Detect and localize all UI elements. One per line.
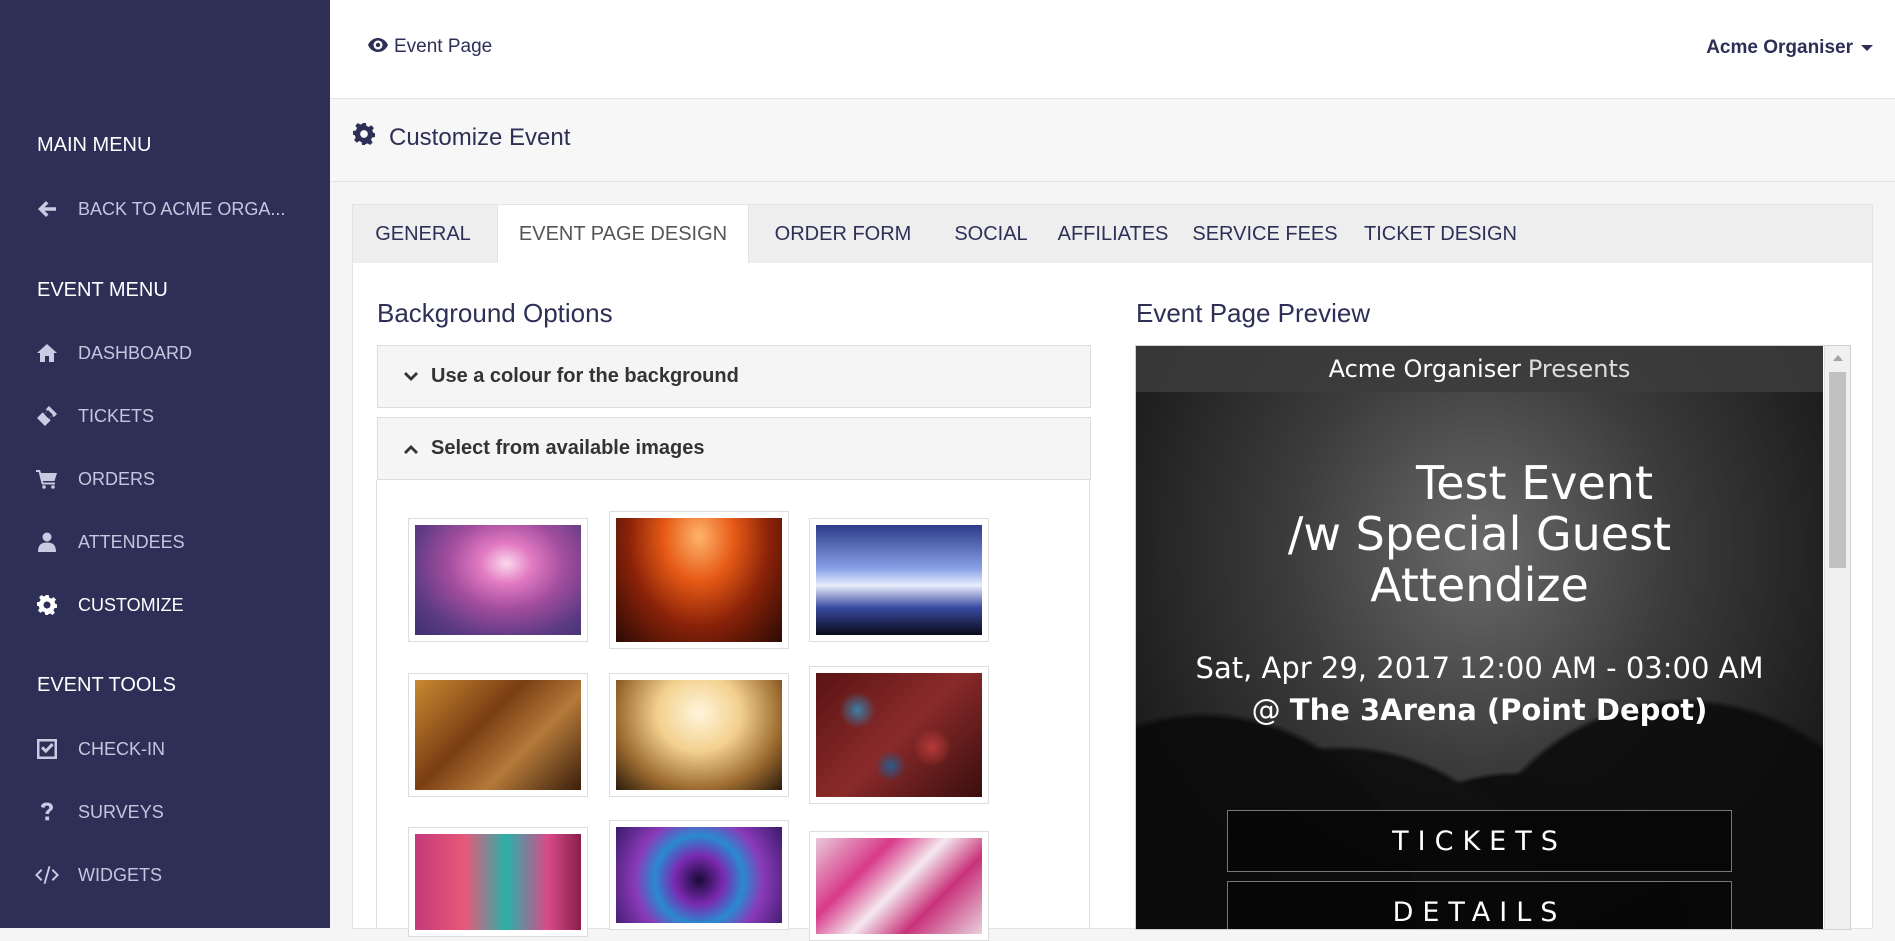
preview-presents-bar: Acme Organiser Presents — [1136, 346, 1823, 392]
preview-event-title: Test Event /w Special Guest Attendize — [1136, 458, 1823, 611]
image-stage-lights — [816, 525, 982, 635]
preview-title-line: Attendize — [1370, 558, 1589, 612]
event-page-preview: Acme Organiser Presents Test Event /w Sp… — [1135, 345, 1851, 930]
background-image-option[interactable] — [809, 831, 989, 941]
sidebar-item-widgets[interactable]: WIDGETS — [0, 852, 330, 898]
sidebar-item-customize[interactable]: CUSTOMIZE — [0, 582, 330, 628]
preview-tickets-button[interactable]: TICKETS — [1227, 810, 1732, 872]
preview-title-line: /w Special Guest — [1287, 507, 1672, 561]
code-icon — [34, 866, 60, 884]
tab-general[interactable]: GENERAL — [353, 205, 493, 264]
preview-event-venue: @ The 3Arena (Point Depot) — [1136, 693, 1823, 727]
sidebar-item-label: TICKETS — [78, 405, 155, 426]
question-icon — [34, 802, 60, 822]
background-image-option[interactable] — [609, 673, 789, 797]
sidebar-item-surveys[interactable]: SURVEYS — [0, 789, 330, 835]
colour-panel-label: Use a colour for the background — [431, 365, 739, 387]
page-title-text: Customize Event — [389, 123, 571, 151]
preview-presents-label: Presents — [1527, 355, 1631, 383]
preview-scrollbar[interactable] — [1824, 346, 1850, 929]
background-options-title: Background Options — [377, 298, 613, 328]
image-concert-stage — [616, 518, 782, 642]
background-image-option[interactable] — [408, 827, 588, 937]
caret-down-icon — [1861, 45, 1873, 51]
image-pink-haze — [415, 525, 581, 635]
tab-bar: GENERAL EVENT PAGE DESIGN ORDER FORM SOC… — [352, 204, 1873, 265]
event-page-preview-title: Event Page Preview — [1136, 298, 1371, 328]
tab-event-page-design[interactable]: EVENT PAGE DESIGN — [497, 204, 749, 265]
preview-details-button[interactable]: DETAILS — [1227, 881, 1732, 929]
preview-organiser-name[interactable]: Acme Organiser — [1329, 355, 1521, 383]
sidebar-item-label: CHECK-IN — [78, 738, 166, 759]
sidebar-item-check-in[interactable]: CHECK-IN — [0, 726, 330, 772]
preview-crowd-silhouette — [1136, 599, 1823, 929]
gear-icon — [353, 123, 389, 152]
sidebar-item-label: CUSTOMIZE — [78, 594, 184, 615]
preview-venue-prefix: @ — [1251, 693, 1281, 727]
image-restaurant — [415, 680, 581, 790]
background-image-option[interactable] — [408, 518, 588, 642]
sidebar-item-orders[interactable]: ORDERS — [0, 456, 330, 502]
checkbox-icon — [34, 738, 60, 760]
tab-order-form[interactable]: ORDER FORM — [753, 205, 933, 264]
sidebar-item-dashboard[interactable]: DASHBOARD — [0, 330, 330, 376]
preview-venue-name[interactable]: The 3Arena (Point Depot) — [1290, 693, 1708, 727]
images-panel-label: Select from available images — [431, 437, 705, 459]
event-page-label: Event Page — [394, 36, 493, 57]
background-image-option[interactable] — [809, 666, 989, 804]
event-menu-heading: EVENT MENU — [37, 279, 168, 301]
sidebar-item-attendees[interactable]: ATTENDEES — [0, 519, 330, 565]
event-tools-heading: EVENT TOOLS — [37, 674, 176, 696]
tab-social[interactable]: SOCIAL — [941, 205, 1041, 264]
image-confetti-stage — [616, 680, 782, 790]
top-bar: Event Page Acme Organiser — [330, 0, 1895, 99]
preview-event-date: Sat, Apr 29, 2017 12:00 AM - 03:00 AM — [1195, 651, 1764, 685]
background-image-option[interactable] — [408, 673, 588, 797]
chevron-up-icon — [403, 443, 419, 455]
ticket-icon — [34, 405, 60, 427]
preview-title-line: Test Event — [1416, 456, 1653, 510]
images-panel-body — [376, 480, 1090, 941]
sidebar-item-label: DASHBOARD — [78, 342, 193, 363]
tab-affiliates[interactable]: AFFILIATES — [1048, 205, 1178, 264]
sidebar-item-back[interactable]: BACK TO ACME ORGA... — [0, 186, 330, 232]
colour-panel-header[interactable]: Use a colour for the background — [377, 345, 1091, 408]
background-image-option[interactable] — [609, 820, 789, 930]
sidebar-item-label: BACK TO ACME ORGA... — [78, 198, 286, 219]
sidebar-item-label: SURVEYS — [78, 801, 164, 822]
page-title: Customize Event — [353, 123, 570, 152]
image-city-street — [415, 834, 581, 930]
sidebar: MAIN MENU BACK TO ACME ORGA... EVENT MEN… — [0, 0, 330, 928]
background-image-option[interactable] — [609, 511, 789, 649]
image-crowd-overhead — [816, 673, 982, 797]
user-icon — [34, 532, 60, 552]
gear-icon — [34, 595, 60, 615]
event-page-link[interactable]: Event Page — [368, 36, 492, 58]
image-fractal-swirl — [616, 827, 782, 923]
main-menu-heading: MAIN MENU — [37, 134, 152, 156]
sidebar-item-label: ORDERS — [78, 468, 156, 489]
scrollbar-thumb[interactable] — [1829, 372, 1846, 568]
cart-icon — [34, 469, 60, 489]
page-header: Customize Event — [330, 99, 1895, 182]
image-gift-boxes — [816, 838, 982, 934]
sidebar-item-label: WIDGETS — [78, 864, 162, 885]
sidebar-item-tickets[interactable]: TICKETS — [0, 393, 330, 439]
background-image-option[interactable] — [809, 518, 989, 642]
images-panel-header[interactable]: Select from available images — [377, 417, 1091, 480]
chevron-down-icon — [403, 371, 419, 383]
organiser-name: Acme Organiser — [1706, 37, 1853, 58]
sidebar-item-label: ATTENDEES — [78, 531, 185, 552]
eye-icon — [368, 36, 394, 58]
home-icon — [34, 343, 60, 363]
tab-service-fees[interactable]: SERVICE FEES — [1186, 205, 1344, 264]
tab-ticket-design[interactable]: TICKET DESIGN — [1353, 205, 1528, 264]
arrow-left-icon — [34, 199, 60, 219]
organiser-menu[interactable]: Acme Organiser — [1706, 37, 1873, 59]
scroll-up-arrow-icon[interactable] — [1833, 355, 1843, 361]
